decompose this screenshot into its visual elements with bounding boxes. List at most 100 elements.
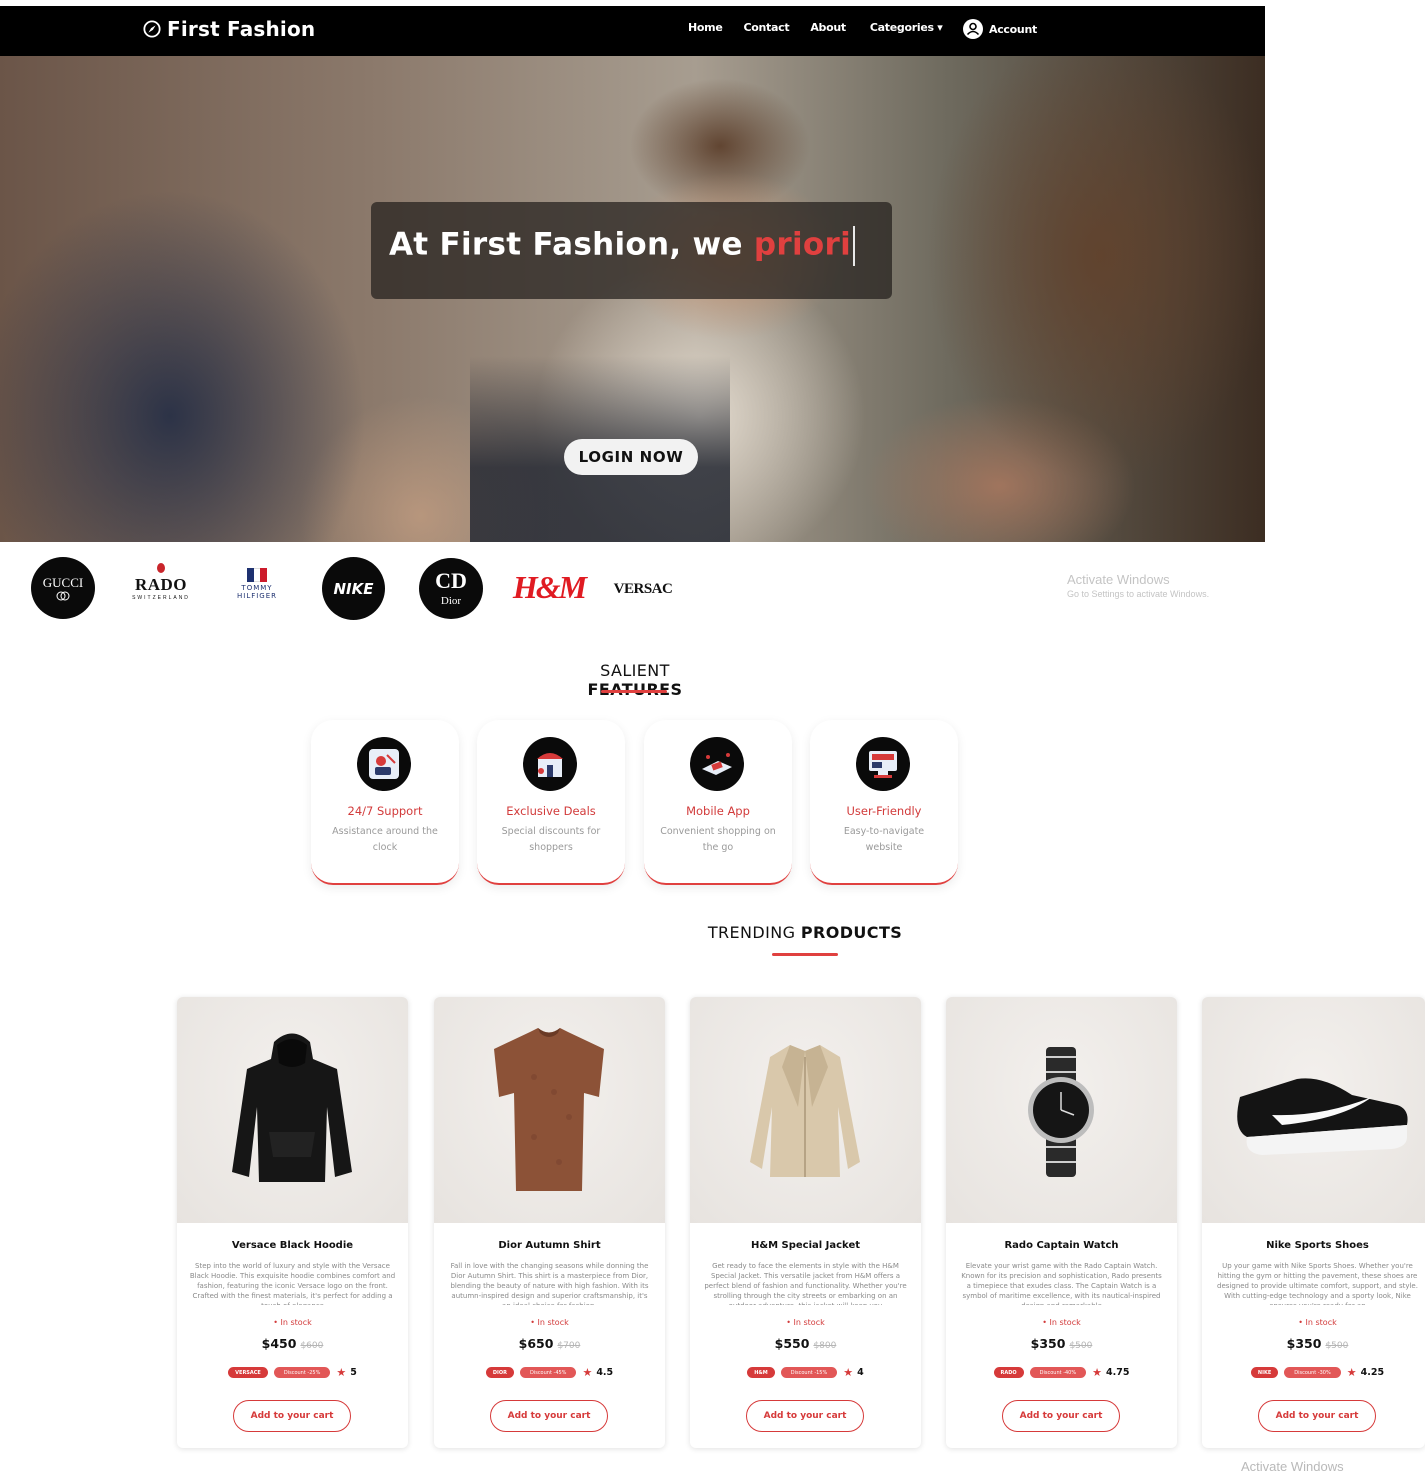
discount-badge: Discount -25% [273,1367,331,1378]
versace-logo-text: VERSAC [613,580,673,597]
rado-logo-text: RADO [134,575,188,594]
feature-title: Mobile App [686,804,750,818]
nav-about[interactable]: About [810,21,846,34]
star-icon: ★ [1092,1366,1102,1379]
feature-title: User-Friendly [846,804,922,818]
site-logo[interactable]: First Fashion [143,17,315,41]
rado-anchor-icon [157,563,165,573]
login-now-button[interactable]: LOGIN NOW [564,439,698,475]
star-icon: ★ [843,1366,854,1379]
versace-logo[interactable]: VERSAC [613,578,673,600]
brand-badge: NIKE [1250,1367,1279,1378]
deals-store-icon [523,737,577,791]
product-tags: DIOR Discount -45% ★ 4.5 [434,1366,665,1379]
feature-card: User-Friendly Easy-to-navigate website [810,720,958,885]
rating-value: 5 [350,1367,357,1378]
product-card: Dior Autumn Shirt Fall in love with the … [434,997,665,1448]
compass-icon [143,20,161,38]
dior-logo-text: Dior [440,595,462,607]
rado-logo-subtext: SWITZERLAND [132,595,190,601]
product-name[interactable]: Rado Captain Watch [946,1240,1177,1251]
product-image[interactable] [434,997,665,1223]
discount-badge: Discount -15% [780,1367,838,1378]
product-rating: ★ 4.25 [1347,1366,1384,1379]
feature-desc: Convenient shopping on the go [660,826,776,853]
nav-home[interactable]: Home [688,21,723,34]
stock-status: • In stock [786,1318,825,1327]
support-agent-icon [357,737,411,791]
product-tags: RADO Discount -40% ★ 4.75 [946,1366,1177,1379]
stock-status: • In stock [273,1318,312,1327]
brand-badge: VERSACE [228,1367,268,1378]
brand-badge: H&M [747,1367,775,1378]
product-card: Versace Black Hoodie Step into the world… [177,997,408,1448]
rating-value: 4.5 [596,1367,614,1378]
old-price: $700 [557,1341,581,1351]
old-price: $800 [813,1341,837,1351]
brand-badge: DIOR [485,1367,514,1378]
product-rating: ★ 5 [336,1366,357,1379]
tommy-hilfiger-logo[interactable]: TOMMY HILFIGER [232,566,282,602]
product-price: $550 $800 [690,1336,921,1351]
product-description: Fall in love with the changing seasons w… [450,1262,649,1305]
add-to-cart-button[interactable]: Add to your cart [490,1400,608,1432]
star-icon: ★ [582,1366,593,1379]
hero-banner: At First Fashion, we priori LOGIN NOW [0,56,1265,542]
product-name[interactable]: Versace Black Hoodie [177,1240,408,1251]
feature-title: Exclusive Deals [506,804,596,818]
page: First Fashion Home Contact About Categor… [0,0,1425,1472]
typing-caret [853,226,855,266]
rado-logo[interactable]: RADO SWITZERLAND [132,562,190,602]
product-rating: ★ 4.5 [582,1366,613,1379]
product-name[interactable]: H&M Special Jacket [690,1240,921,1251]
product-description: Elevate your wrist game with the Rado Ca… [961,1262,1162,1305]
feature-card: Mobile App Convenient shopping on the go [644,720,792,885]
product-description: Up your game with Nike Sports Shoes. Whe… [1217,1262,1418,1305]
product-image[interactable] [1202,997,1425,1223]
product-image[interactable] [177,997,408,1223]
account-link[interactable]: Account [963,19,1037,39]
brand-badge: RADO [993,1367,1024,1378]
products-heading-underline [772,953,838,956]
discount-badge: Discount -30% [1284,1367,1341,1378]
current-price: $350 [1286,1336,1322,1351]
discount-badge: Discount -40% [1029,1367,1087,1378]
watermark-subtitle: Go to Settings to activate Windows. [1067,589,1210,599]
product-name[interactable]: Nike Sports Shoes [1202,1240,1425,1251]
star-icon: ★ [336,1366,347,1379]
nike-logo-text: NIKE [333,579,374,598]
hm-logo[interactable]: H&M [513,567,587,607]
account-label: Account [989,22,1037,36]
product-tags: NIKE Discount -30% ★ 4.25 [1202,1366,1425,1379]
features-heading: SALIENT FEATURES [555,661,715,699]
windows-activation-watermark: Activate Windows Go to Settings to activ… [1067,572,1209,599]
nav-categories-dropdown[interactable]: Categories ▾ [870,21,943,34]
add-to-cart-button[interactable]: Add to your cart [1258,1400,1376,1432]
product-image[interactable] [946,997,1177,1223]
add-to-cart-button[interactable]: Add to your cart [1002,1400,1120,1432]
dior-logo[interactable]: CD Dior [419,558,483,619]
nav-contact[interactable]: Contact [744,21,790,34]
add-to-cart-button[interactable]: Add to your cart [233,1400,351,1432]
product-name[interactable]: Dior Autumn Shirt [434,1240,665,1251]
mobile-app-icon [690,737,744,791]
add-to-cart-button[interactable]: Add to your cart [746,1400,864,1432]
product-image[interactable] [690,997,921,1223]
nike-logo[interactable]: NIKE [322,557,385,620]
product-price: $350 $500 [1202,1336,1425,1351]
old-price: $500 [1325,1341,1349,1351]
site-name: First Fashion [167,17,316,41]
old-price: $500 [1069,1341,1093,1351]
products-heading: TRENDING PRODUCTS [705,923,905,942]
watch-icon [1028,1047,1094,1177]
windows-activation-watermark-bottom: Activate Windows [1241,1459,1344,1472]
feature-card: Exclusive Deals Special discounts for sh… [477,720,625,885]
old-price: $600 [300,1341,324,1351]
watermark-title: Activate Windows [1067,572,1170,587]
current-price: $350 [1030,1336,1066,1351]
feature-desc: Easy-to-navigate website [843,826,925,853]
hm-logo-text: H&M [512,568,587,605]
feature-title: 24/7 Support [347,804,423,818]
gucci-logo[interactable]: GUCCI [31,557,95,619]
product-rating: ★ 4 [843,1366,864,1379]
